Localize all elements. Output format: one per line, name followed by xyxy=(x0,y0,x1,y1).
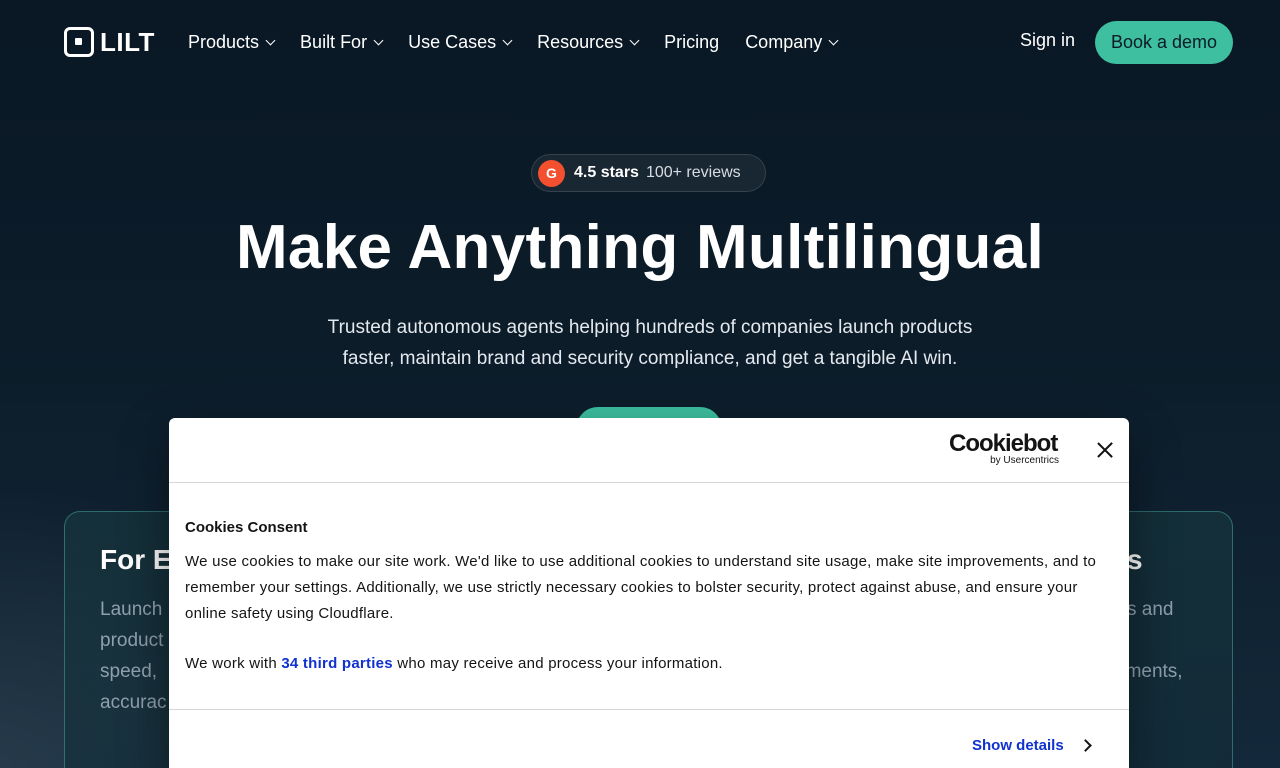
chevron-down-icon xyxy=(502,35,513,45)
hero-subtitle-line: Trusted autonomous agents helping hundre… xyxy=(327,317,973,338)
chevron-down-icon xyxy=(629,35,640,45)
chevron-down-icon xyxy=(265,35,276,45)
chevron-down-icon xyxy=(373,35,384,45)
card-text: Launch product speed, accurac xyxy=(100,594,167,718)
show-details-label: Show details xyxy=(972,737,1064,754)
nav-item-company[interactable]: Company xyxy=(745,28,839,56)
nav-item-label: Pricing xyxy=(664,31,720,52)
nav-item-pricing[interactable]: Pricing xyxy=(664,28,719,56)
lilt-logo-icon xyxy=(64,27,94,57)
sign-in-link[interactable]: Sign in xyxy=(1020,30,1075,51)
chevron-right-icon xyxy=(1078,739,1092,752)
card-text-line: product xyxy=(100,630,164,651)
rating-badge[interactable]: G 4.5 stars 100+ reviews xyxy=(531,154,766,192)
card-text-line: accurac xyxy=(100,692,167,713)
main-nav: Products Built For Use Cases Resources P… xyxy=(188,28,863,56)
lilt-logo[interactable]: LILT xyxy=(64,27,155,57)
chevron-down-icon xyxy=(828,35,839,45)
hero-title: Make Anything Multilingual xyxy=(235,213,1045,282)
nav-item-label: Company xyxy=(745,31,823,52)
nav-item-use-cases[interactable]: Use Cases xyxy=(408,28,513,56)
third-party-suffix: who may receive and process your informa… xyxy=(392,655,723,672)
g2-icon: G xyxy=(538,159,565,187)
nav-item-resources[interactable]: Resources xyxy=(537,28,640,56)
cookiebot-logo: Cookiebot by Usercentrics xyxy=(949,430,1059,467)
site-header: LILT Products Built For Use Cases Resour… xyxy=(0,0,1280,84)
nav-item-label: Resources xyxy=(537,31,624,52)
cookiebot-wordmark: Cookiebot xyxy=(949,430,1058,457)
hero-subtitle-line: faster, maintain brand and security comp… xyxy=(342,348,958,369)
nav-item-label: Products xyxy=(188,31,260,52)
card-title: s xyxy=(1127,544,1143,575)
logo-text: LILT xyxy=(100,27,155,57)
third-parties-link[interactable]: 34 third parties xyxy=(281,655,393,672)
show-details-button[interactable]: Show details xyxy=(972,737,1092,754)
hero-subtitle: Trusted autonomous agents helping hundre… xyxy=(290,312,1010,374)
nav-item-label: Use Cases xyxy=(408,31,497,52)
nav-item-built-for[interactable]: Built For xyxy=(300,28,384,56)
close-icon[interactable] xyxy=(1093,438,1117,462)
book-demo-button[interactable]: Book a demo xyxy=(1095,21,1233,64)
rating-stars: 4.5 stars xyxy=(574,164,639,181)
card-text-line: Launch xyxy=(100,599,163,620)
card-text-line: s and xyxy=(1127,599,1174,620)
nav-item-label: Built For xyxy=(300,31,368,52)
third-party-text: We work with 34 third parties who may re… xyxy=(185,651,1110,677)
dialog-body: We use cookies to make our site work. We… xyxy=(185,553,1097,622)
card-text: s and ements, xyxy=(1115,594,1183,687)
rating-reviews: 100+ reviews xyxy=(645,164,741,181)
nav-item-products[interactable]: Products xyxy=(188,28,276,56)
card-text-line: speed, xyxy=(100,661,158,682)
dialog-header: Cookiebot by Usercentrics xyxy=(169,418,1129,483)
cookie-consent-dialog: Cookiebot by Usercentrics Cookies Consen… xyxy=(169,418,1129,768)
card-title: For E xyxy=(100,544,172,575)
card-text-line xyxy=(1127,625,1183,656)
third-party-prefix: We work with xyxy=(185,655,282,672)
dialog-title: Cookies Consent xyxy=(185,519,308,536)
dialog-divider xyxy=(169,709,1129,710)
